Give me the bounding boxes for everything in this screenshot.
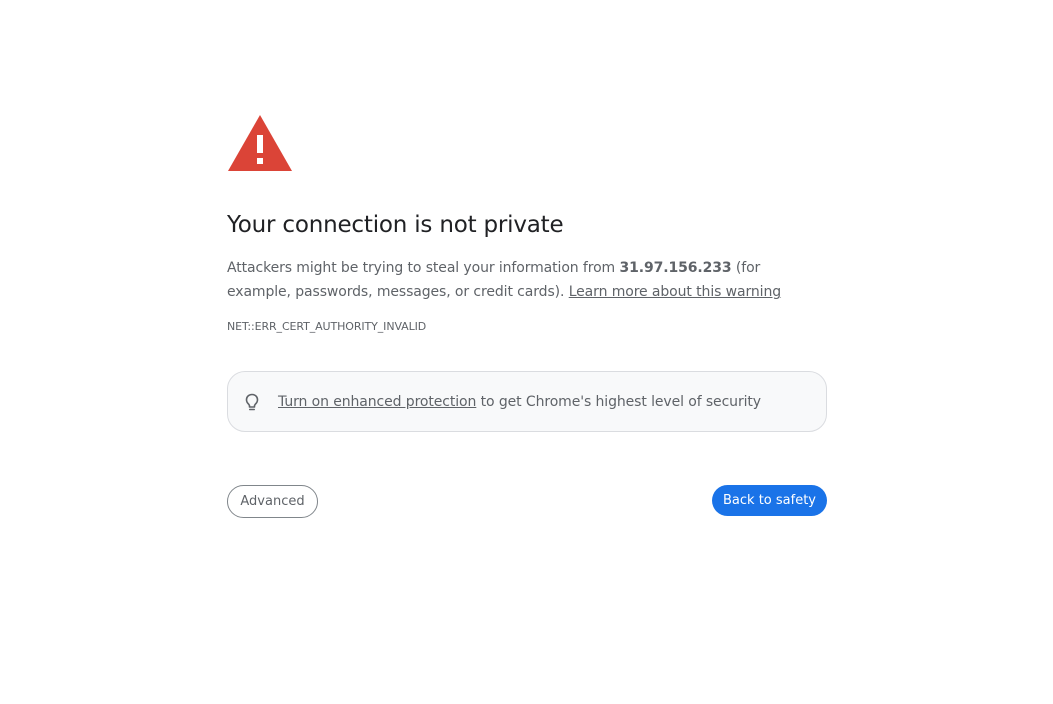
enhanced-protection-link[interactable]: Turn on enhanced protection (278, 394, 476, 410)
main-content: Your connection is not private Attackers… (227, 113, 827, 432)
description-prefix: Attackers might be trying to steal your … (227, 260, 620, 276)
interstitial-page: Your connection is not private Attackers… (0, 0, 1053, 704)
protection-description: to get Chrome's highest level of securit… (476, 393, 761, 410)
back-to-safety-button[interactable]: Back to safety (712, 485, 827, 516)
page-title: Your connection is not private (227, 212, 564, 238)
enhanced-protection-text: Turn on enhanced protection to get Chrom… (278, 394, 761, 410)
warning-description: Attackers might be trying to steal your … (227, 256, 827, 304)
warning-triangle-icon (228, 115, 292, 171)
learn-more-link[interactable]: Learn more about this warning (569, 284, 781, 300)
lightbulb-icon (245, 393, 259, 410)
error-code: NET::ERR_CERT_AUTHORITY_INVALID (227, 320, 427, 333)
button-row: Advanced Back to safety (227, 485, 827, 518)
enhanced-protection-box: Turn on enhanced protection to get Chrom… (227, 371, 827, 432)
advanced-button[interactable]: Advanced (227, 485, 318, 518)
host-address: 31.97.156.233 (619, 260, 732, 276)
